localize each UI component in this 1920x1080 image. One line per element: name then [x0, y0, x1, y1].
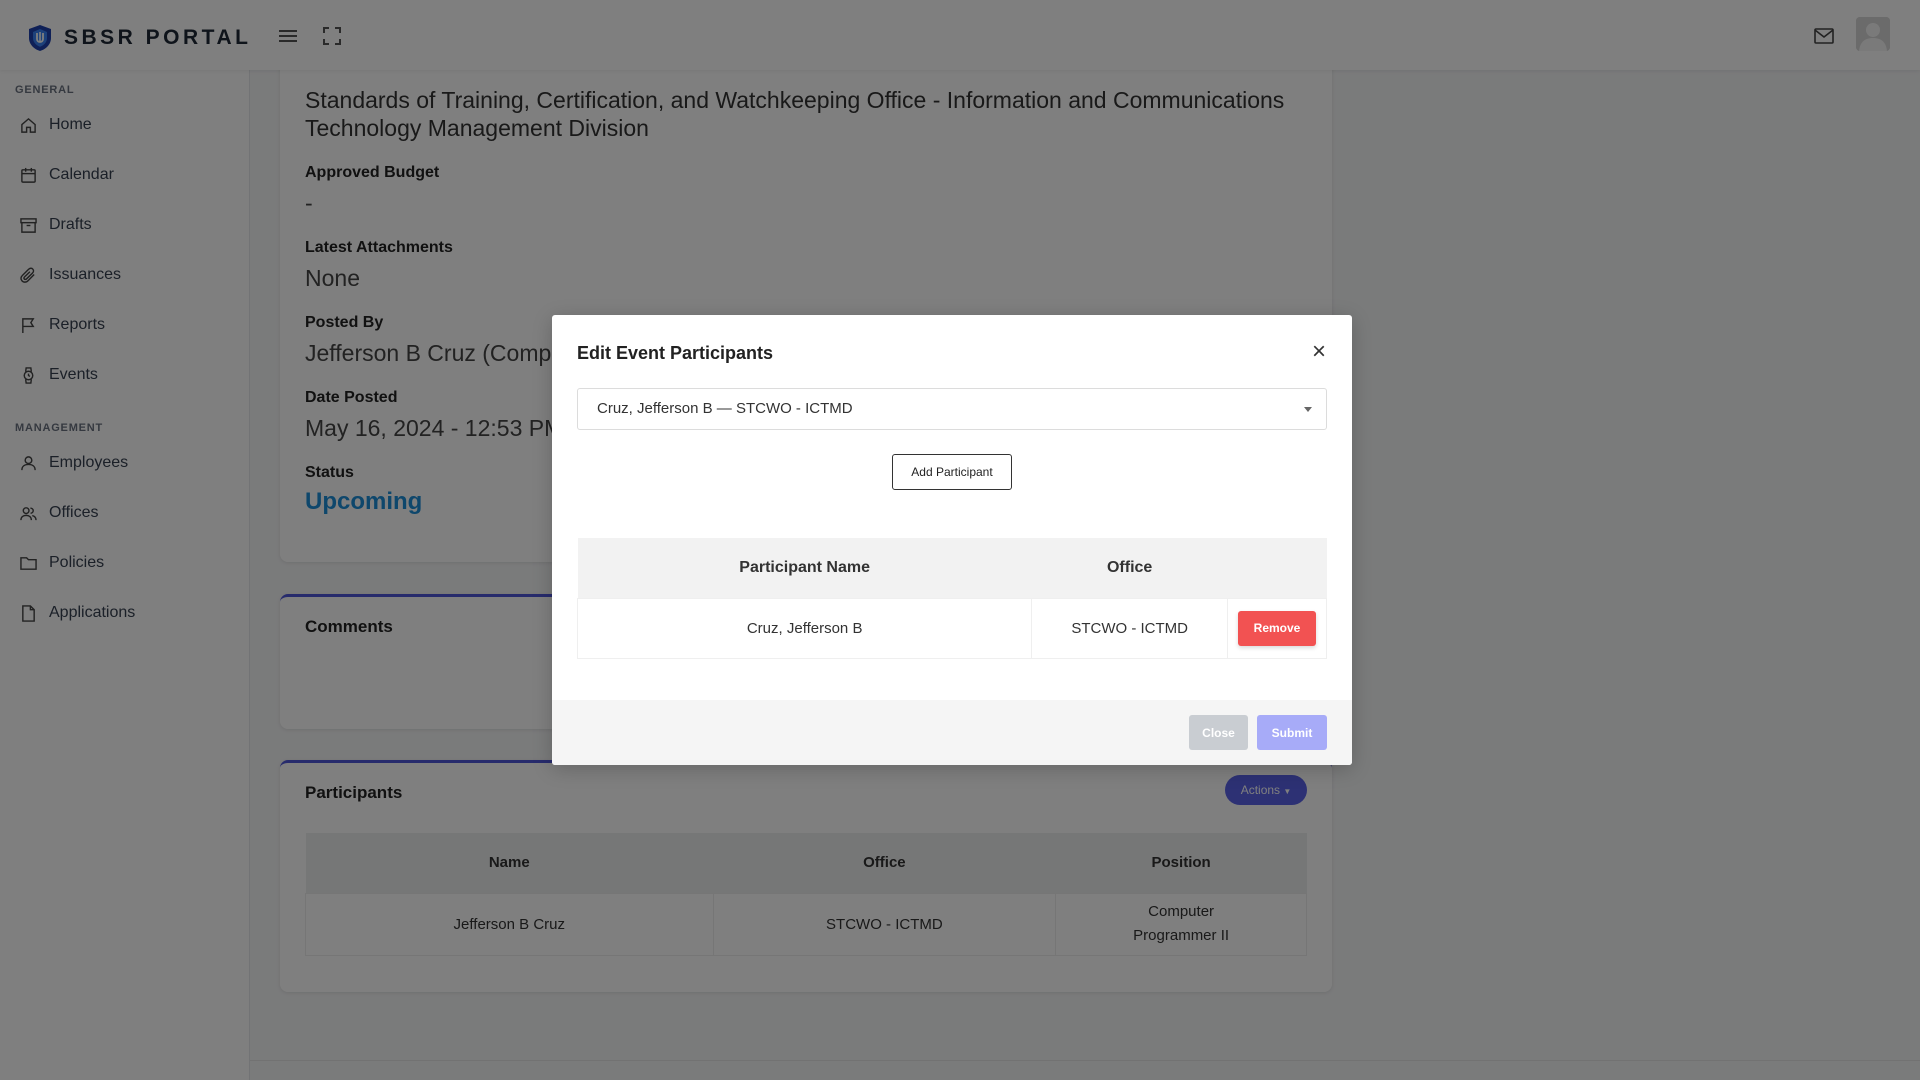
submit-button[interactable]: Submit — [1257, 715, 1327, 750]
column-header-participant-name: Participant Name — [577, 538, 1032, 598]
close-button[interactable]: Close — [1189, 715, 1248, 750]
close-icon[interactable]: × — [1308, 340, 1330, 364]
participant-office-cell: STCWO - ICTMD — [1031, 597, 1229, 659]
modal-title: Edit Event Participants — [577, 343, 774, 363]
modal-participants-table: Participant Name Office Cruz, Jefferson … — [576, 538, 1327, 659]
caret-down-icon — [1304, 407, 1312, 412]
participant-action-cell: Remove — [1227, 597, 1327, 659]
column-header-action — [1227, 538, 1327, 598]
participant-select[interactable]: Cruz, Jefferson B — STCWO - ICTMD — [577, 388, 1327, 430]
participant-select-value: Cruz, Jefferson B — STCWO - ICTMD — [597, 400, 853, 417]
column-header-office: Office — [1031, 538, 1228, 598]
add-participant-button[interactable]: Add Participant — [892, 454, 1012, 490]
remove-participant-button[interactable]: Remove — [1238, 610, 1317, 646]
edit-participants-modal: Edit Event Participants × Cruz, Jefferso… — [552, 315, 1352, 765]
modal-footer: Close Submit — [552, 700, 1352, 765]
table-row: Cruz, Jefferson B STCWO - ICTMD Remove — [576, 597, 1327, 659]
participant-name-cell: Cruz, Jefferson B — [576, 597, 1033, 659]
